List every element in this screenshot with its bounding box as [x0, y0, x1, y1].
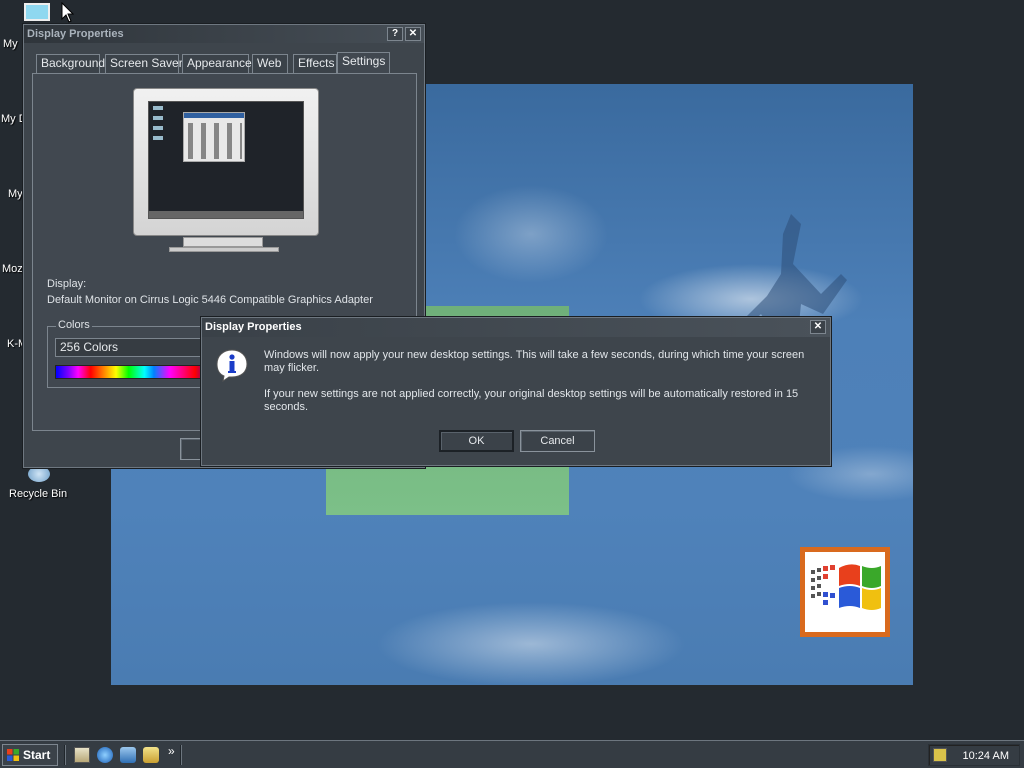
tab-appearance[interactable]: Appearance [182, 54, 252, 73]
dialog-message-1: Windows will now apply your new desktop … [264, 349, 805, 374]
desktop-icon-label: Recycle Bin [9, 488, 68, 500]
tray-display-icon[interactable] [933, 748, 947, 762]
internet-explorer-icon[interactable] [97, 747, 113, 763]
tab-effects[interactable]: Effects [293, 54, 337, 73]
display-adapter-value: Default Monitor on Cirrus Logic 5446 Com… [47, 294, 373, 306]
display-label: Display: [47, 278, 87, 290]
quicklaunch-chevron[interactable]: » [168, 744, 175, 758]
windows-flag-icon [811, 564, 881, 610]
info-icon [216, 349, 248, 382]
start-label: Start [23, 748, 51, 762]
help-button[interactable]: ? [387, 27, 403, 41]
start-button[interactable]: Start [2, 744, 58, 766]
mouse-cursor-icon [61, 2, 75, 23]
dialog-close-button[interactable]: ✕ [810, 320, 826, 334]
windows-media-icon[interactable] [143, 747, 159, 763]
taskbar-divider [64, 745, 66, 765]
show-desktop-icon[interactable] [74, 747, 90, 763]
desktop-icon-label: My [8, 188, 23, 200]
window-titlebar[interactable]: Display Properties ? ✕ [24, 25, 424, 43]
close-button[interactable]: ✕ [405, 27, 421, 41]
desktop-icon-label: My [3, 38, 18, 50]
confirm-dialog: Display Properties ✕ Windows will now ap… [201, 317, 831, 466]
cancel-button[interactable]: Cancel [520, 430, 595, 452]
mini-window [183, 112, 245, 162]
mini-desktop-icons [153, 106, 163, 146]
taskbar: Start » 10:24 AM [0, 740, 1024, 768]
system-tray: 10:24 AM [928, 744, 1020, 766]
window-title: Display Properties [27, 28, 124, 40]
clock[interactable]: 10:24 AM [963, 745, 1009, 767]
dialog-message-2: If your new settings are not applied cor… [264, 388, 799, 413]
taskbar-divider-2 [180, 745, 182, 765]
monitor-preview [133, 88, 319, 236]
monitor-base [169, 247, 279, 252]
colors-dropdown[interactable]: 256 Colors ▼ [55, 338, 215, 357]
tab-background[interactable]: Background [36, 54, 105, 73]
monitor-preview-screen [148, 101, 304, 219]
colors-group-label: Colors [56, 319, 92, 331]
mini-taskbar [149, 211, 303, 218]
desktop-icon-label: Moz [2, 263, 23, 275]
windows-logo-icon [7, 749, 19, 761]
dialog-title: Display Properties [205, 321, 302, 333]
outlook-express-icon[interactable] [120, 747, 136, 763]
windows-logo-tile [800, 547, 890, 637]
monitor-stand [183, 237, 263, 247]
tab-screen-saver[interactable]: Screen Saver [105, 54, 183, 73]
recycle-bin-icon[interactable] [28, 466, 50, 482]
desktop-monitor-icon[interactable] [24, 3, 50, 21]
tab-web[interactable]: Web [252, 54, 288, 73]
tab-settings[interactable]: Settings [337, 52, 390, 74]
color-spectrum-bar [55, 365, 215, 379]
dialog-titlebar[interactable]: Display Properties ✕ [202, 318, 830, 337]
colors-selected-value: 256 Colors [60, 340, 119, 354]
ok-button[interactable]: OK [439, 430, 514, 452]
